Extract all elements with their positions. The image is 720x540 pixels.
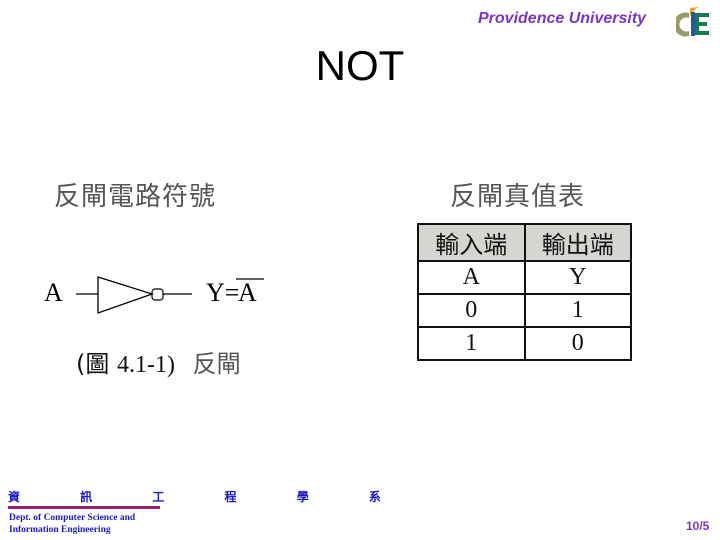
department-name-english: Dept. of Computer Science and Informatio…: [9, 512, 135, 536]
buffer-triangle: [97, 276, 155, 314]
truth-table: 輸入端 輸出端 A Y 0 1 1 0: [417, 223, 632, 361]
table-row: 1 0: [417, 326, 632, 361]
dept-en-line2: Information Engineering: [9, 525, 111, 535]
table-cell: Y: [523, 260, 632, 295]
footer-divider: [8, 506, 160, 509]
slide-title: NOT: [315, 42, 405, 89]
table-row: A Y: [417, 260, 632, 295]
university-logo-icon: [676, 7, 709, 37]
gate-symbol-heading: 反閘電路符號: [54, 182, 217, 212]
dept-en-line1: Dept. of Computer Science and: [9, 513, 136, 523]
caption-number: 4.1-1): [117, 352, 175, 378]
output-overbar-var: A: [238, 278, 257, 307]
output-label: Y=: [206, 278, 239, 307]
university-name: Providence University: [478, 10, 647, 27]
header-output: 輸出端: [523, 223, 632, 262]
table-cell: 1: [523, 293, 632, 328]
inversion-bubble: [151, 288, 164, 301]
figure-caption: (圖 4.1-1) 反閘: [76, 344, 241, 379]
table-cell: 0: [417, 293, 526, 328]
caption-label: 反閘: [192, 350, 241, 378]
table-cell: 0: [523, 326, 632, 361]
department-name-chinese: 資 訊 工 程 學 系: [8, 490, 399, 504]
not-gate-diagram: A Y= A: [44, 276, 264, 314]
truth-table-heading: 反閘真值表: [450, 182, 586, 212]
table-row: 0 1: [417, 293, 632, 328]
input-label: A: [44, 278, 63, 307]
caption-prefix: (圖: [76, 350, 110, 378]
table-cell: 1: [417, 326, 526, 361]
table-header-row: 輸入端 輸出端: [417, 223, 632, 262]
page-number: 10/5: [686, 519, 710, 533]
header-input: 輸入端: [417, 223, 526, 262]
table-cell: A: [417, 260, 526, 295]
